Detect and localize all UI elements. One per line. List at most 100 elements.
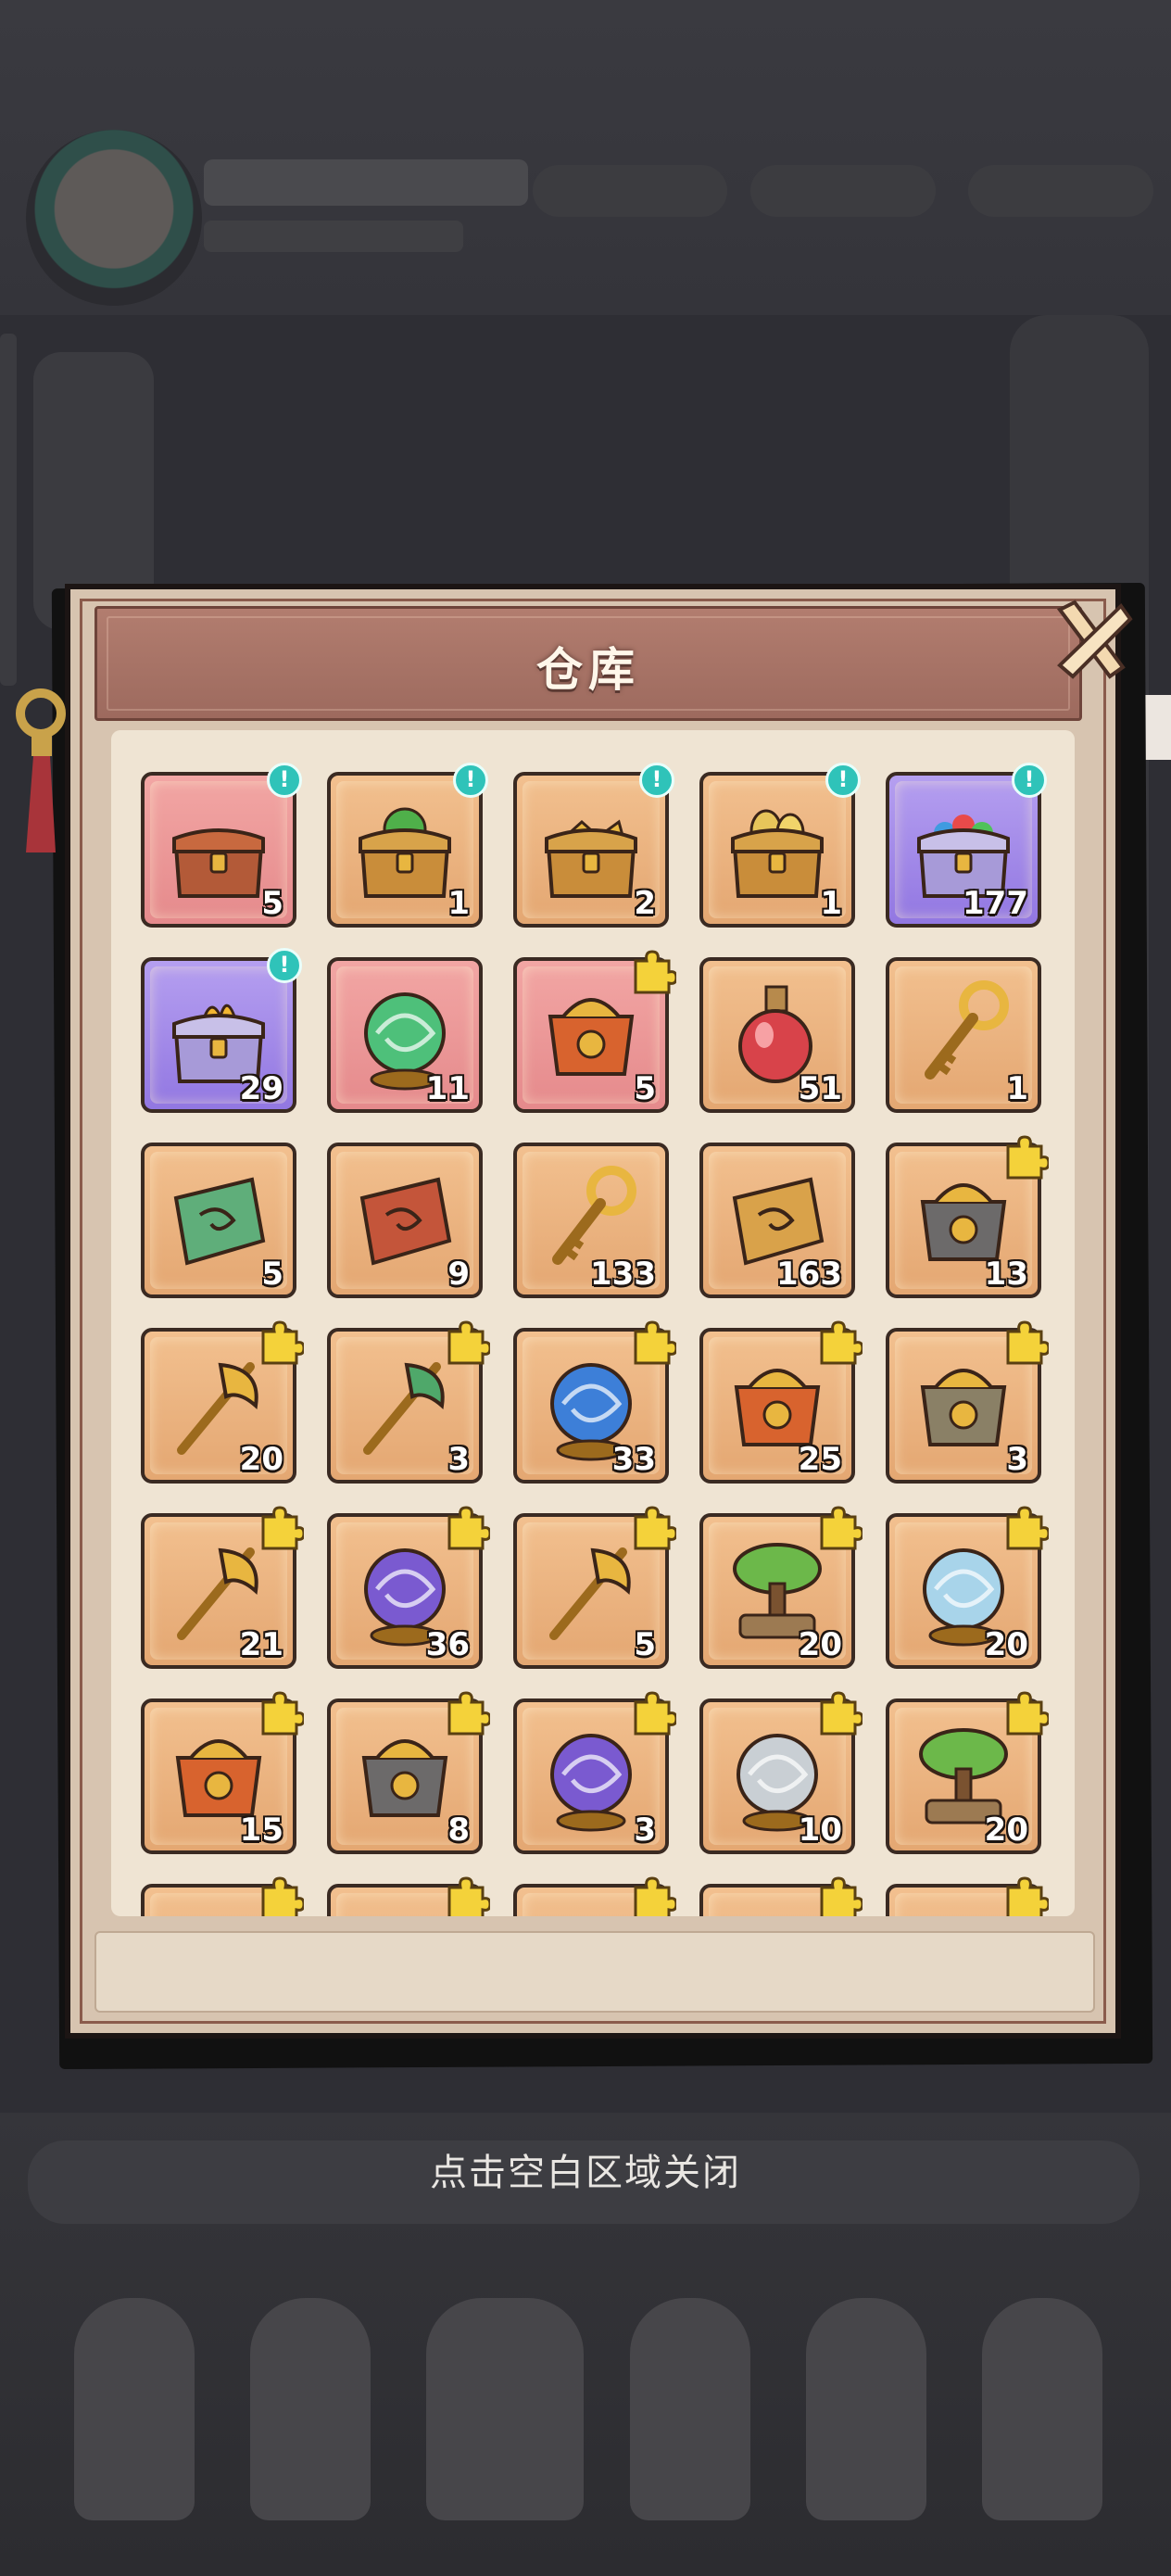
inventory-item-tile[interactable]: 13	[886, 1135, 1049, 1298]
inventory-item-tile[interactable]: 15	[141, 1691, 304, 1854]
item-count: 133	[590, 1256, 656, 1293]
inventory-item-tile[interactable]: 5	[513, 950, 676, 1113]
inventory-item-tile[interactable]	[513, 1876, 676, 1916]
new-item-alert-icon: !	[1012, 763, 1047, 798]
inventory-item-tile[interactable]	[886, 1876, 1049, 1916]
inventory-item-tile[interactable]: 5!	[141, 763, 302, 928]
puzzle-piece-icon	[820, 1691, 863, 1736]
puzzle-piece-icon	[634, 1506, 676, 1550]
inventory-item-tile[interactable]: 8	[327, 1691, 490, 1854]
puzzle-piece-icon	[634, 1876, 676, 1916]
item-count: 1	[447, 885, 470, 922]
inventory-item-tile[interactable]	[699, 1876, 863, 1916]
inventory-item-tile[interactable]: 9	[327, 1143, 483, 1298]
item-count: 29	[239, 1070, 283, 1107]
puzzle-piece-icon	[261, 1691, 304, 1736]
inventory-item-tile[interactable]: 20	[141, 1320, 304, 1484]
inventory-item-tile[interactable]: 29!	[141, 948, 302, 1113]
inventory-item-tile[interactable]: 11	[327, 957, 483, 1113]
inventory-item-tile[interactable]: 3	[886, 1320, 1049, 1484]
puzzle-piece-icon	[1006, 1320, 1049, 1365]
inventory-item-tile[interactable]: 5	[513, 1506, 676, 1669]
item-count: 11	[425, 1070, 470, 1107]
new-item-alert-icon: !	[267, 948, 302, 983]
puzzle-piece-icon	[261, 1876, 304, 1916]
item-count: 9	[447, 1256, 470, 1293]
item-count: 3	[447, 1441, 470, 1478]
background-character	[426, 2298, 584, 2520]
puzzle-piece-icon	[1006, 1691, 1049, 1736]
inventory-item-tile[interactable]: 25	[699, 1320, 863, 1484]
modal-bottom-frame	[94, 1931, 1095, 2013]
inventory-item-tile[interactable]: 3	[327, 1320, 490, 1484]
puzzle-piece-icon	[447, 1320, 490, 1365]
item-count: 5	[261, 1256, 283, 1293]
puzzle-piece-icon	[447, 1876, 490, 1916]
new-item-alert-icon: !	[825, 763, 861, 798]
inventory-item-tile[interactable]: 163	[699, 1143, 855, 1298]
puzzle-piece-icon	[261, 1320, 304, 1365]
inventory-item-tile[interactable]: 20	[699, 1506, 863, 1669]
background-character	[806, 2298, 926, 2520]
new-item-alert-icon: !	[453, 763, 488, 798]
inventory-item-tile[interactable]: 1!	[699, 763, 861, 928]
item-count: 15	[239, 1812, 283, 1849]
item-count: 20	[984, 1812, 1028, 1849]
inventory-item-tile[interactable]: 133	[513, 1143, 669, 1298]
item-count: 163	[776, 1256, 842, 1293]
item-count: 5	[261, 885, 283, 922]
inventory-item-tile[interactable]: 20	[886, 1691, 1049, 1854]
background-resource-bar	[750, 165, 936, 217]
puzzle-piece-icon	[820, 1506, 863, 1550]
background-left-slot	[0, 334, 17, 686]
inventory-item-tile[interactable]: 1!	[327, 763, 488, 928]
item-count: 36	[425, 1626, 470, 1663]
puzzle-piece-icon	[634, 950, 676, 994]
inventory-item-tile[interactable]: 177!	[886, 763, 1047, 928]
background-character	[74, 2298, 195, 2520]
background-character	[982, 2298, 1102, 2520]
item-count: 13	[984, 1256, 1028, 1293]
inventory-item-tile[interactable]: 2!	[513, 763, 674, 928]
puzzle-piece-icon	[447, 1506, 490, 1550]
new-item-alert-icon: !	[267, 763, 302, 798]
puzzle-piece-icon	[820, 1876, 863, 1916]
item-count: 20	[984, 1626, 1028, 1663]
new-item-alert-icon: !	[639, 763, 674, 798]
item-count: 25	[798, 1441, 842, 1478]
puzzle-piece-icon	[1006, 1135, 1049, 1180]
modal-title: 仓库	[536, 643, 640, 697]
background-character	[250, 2298, 371, 2520]
background-resource-bar	[533, 165, 727, 217]
inventory-item-tile[interactable]: 36	[327, 1506, 490, 1669]
background-avatar	[26, 130, 202, 306]
inventory-item-tile[interactable]: 1	[886, 957, 1041, 1113]
item-count: 177	[963, 885, 1028, 922]
puzzle-piece-icon	[634, 1691, 676, 1736]
inventory-item-tile[interactable]: 20	[886, 1506, 1049, 1669]
puzzle-piece-icon	[1006, 1876, 1049, 1916]
close-x-icon	[1056, 600, 1133, 679]
item-count: 21	[239, 1626, 283, 1663]
inventory-item-tile[interactable]: 33	[513, 1320, 676, 1484]
inventory-item-tile[interactable]: 51	[699, 957, 855, 1113]
inventory-item-tile[interactable]: 21	[141, 1506, 304, 1669]
inventory-item-tile[interactable]	[141, 1876, 304, 1916]
close-hint-text[interactable]: 点击空白区域关闭	[0, 2142, 1171, 2196]
item-count: 5	[634, 1626, 656, 1663]
inventory-item-tile[interactable]: 10	[699, 1691, 863, 1854]
inventory-scroll-area[interactable]: 5! 1! 2! 1! 177! 29! 11 5 51 1 5 9 133 163 13 20 3 33 25 3 2…	[111, 730, 1075, 1916]
item-count: 3	[634, 1812, 656, 1849]
item-count: 20	[239, 1441, 283, 1478]
item-count: 3	[1006, 1441, 1028, 1478]
puzzle-piece-icon	[1006, 1506, 1049, 1550]
inventory-item-tile[interactable]: 3	[513, 1691, 676, 1854]
background-character	[630, 2298, 750, 2520]
inventory-item-tile[interactable]	[327, 1876, 490, 1916]
title-band: 仓库	[94, 606, 1082, 721]
puzzle-piece-icon	[634, 1320, 676, 1365]
inventory-item-tile[interactable]: 5	[141, 1143, 296, 1298]
close-button[interactable]	[1043, 591, 1140, 688]
tassel-ornament-icon	[16, 688, 66, 852]
item-count: 51	[798, 1070, 842, 1107]
